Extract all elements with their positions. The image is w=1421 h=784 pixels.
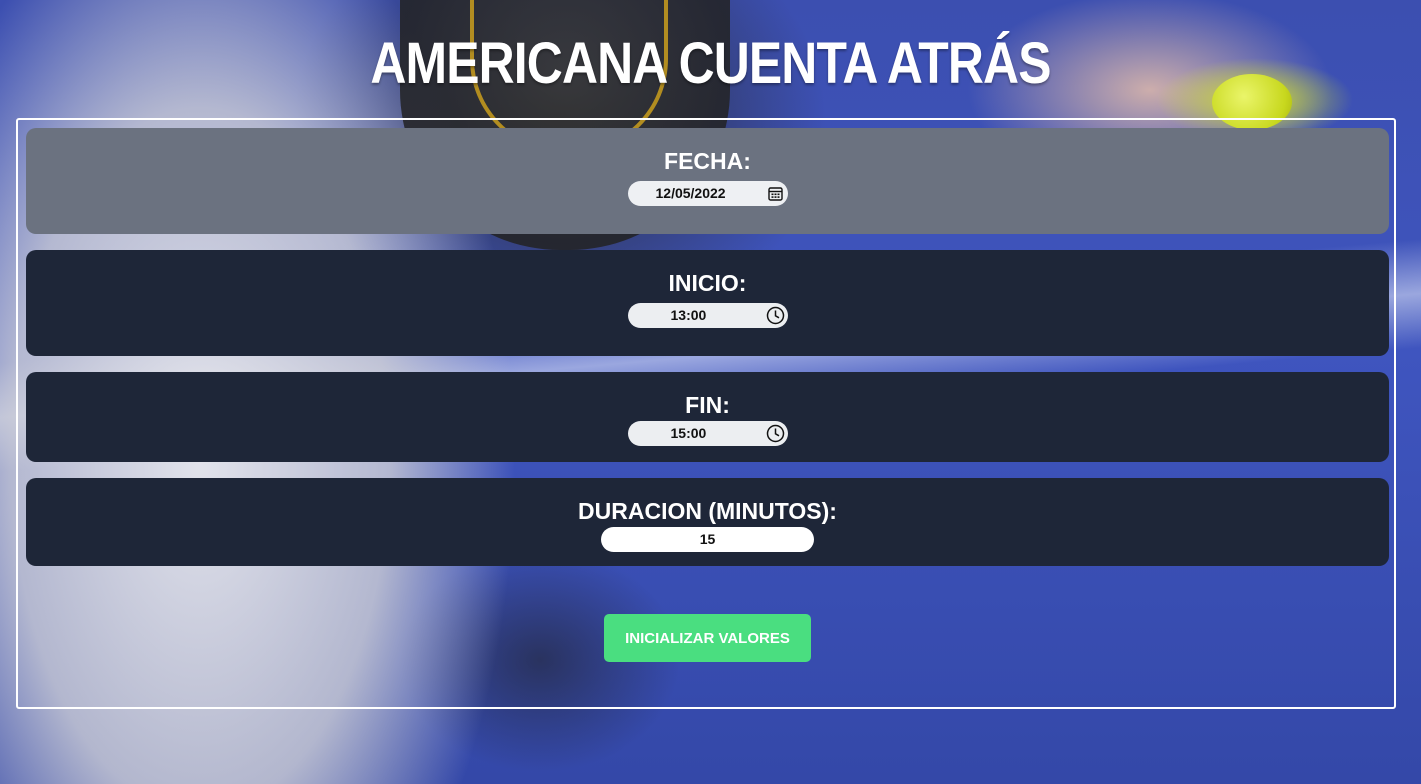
- fecha-label: FECHA:: [664, 148, 751, 174]
- fin-label: FIN:: [685, 392, 730, 418]
- inicializar-valores-button[interactable]: INICIALIZAR VALORES: [604, 614, 811, 662]
- page-title: AMERICANA CUENTA ATRÁS: [370, 31, 1051, 96]
- fecha-card: FECHA: 12/05/2022: [26, 128, 1389, 234]
- duracion-value: 15: [699, 531, 716, 547]
- inicio-card: INICIO: 13:00: [26, 250, 1389, 356]
- calendar-icon[interactable]: [765, 183, 786, 204]
- fin-card: FIN: 15:00: [26, 372, 1389, 462]
- fecha-value: 12/05/2022: [655, 185, 726, 201]
- duracion-card: DURACION (MINUTOS): 15: [26, 478, 1389, 566]
- fecha-date-input[interactable]: 12/05/2022: [627, 181, 788, 206]
- duracion-number-input[interactable]: 15: [601, 527, 814, 552]
- inicio-value: 13:00: [670, 307, 707, 323]
- duracion-label: DURACION (MINUTOS):: [578, 498, 837, 524]
- inicio-label: INICIO:: [668, 270, 747, 296]
- clock-icon[interactable]: [765, 305, 786, 326]
- inicio-time-input[interactable]: 13:00: [627, 303, 788, 328]
- fin-time-input[interactable]: 15:00: [627, 421, 788, 446]
- clock-icon[interactable]: [765, 423, 786, 444]
- fin-value: 15:00: [670, 425, 707, 441]
